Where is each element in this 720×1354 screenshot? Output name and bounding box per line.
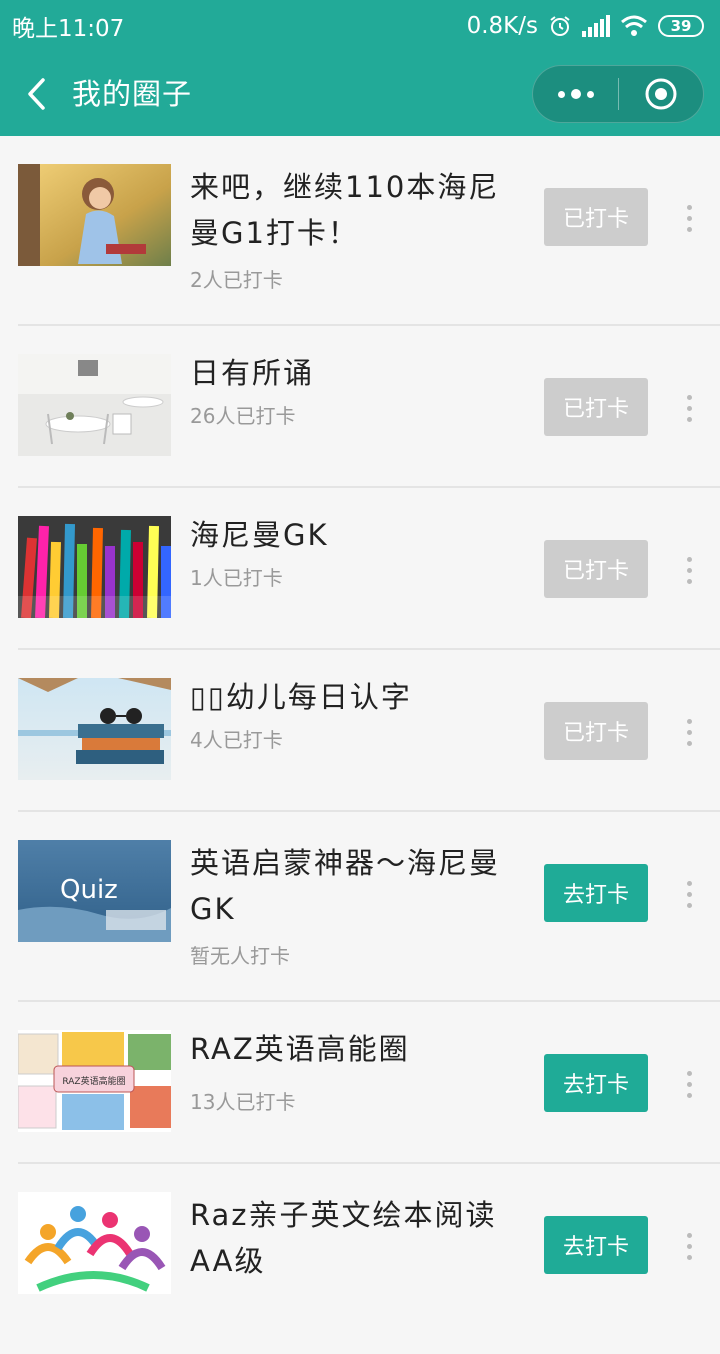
checked-in-button[interactable]: 已打卡	[544, 540, 648, 598]
circle-title: 日有所诵	[190, 356, 315, 390]
status-bar: 晚上11:07 0.8K/s 39	[0, 0, 720, 52]
more-options-icon[interactable]	[672, 550, 706, 590]
checkin-button[interactable]: 去打卡	[544, 1054, 648, 1112]
checkin-count: 1人已打卡	[190, 566, 283, 590]
checkin-count: 暂无人打卡	[190, 944, 290, 968]
status-icons: 0.8K/s 39	[467, 13, 704, 39]
circle-title: ▯▯幼儿每日认字	[190, 680, 412, 714]
nav-bar: 我的圈子	[0, 52, 720, 136]
list-item[interactable]: ▯▯幼儿每日认字 4人已打卡 已打卡	[18, 650, 720, 812]
back-button[interactable]	[18, 76, 54, 112]
checkin-button[interactable]: 去打卡	[544, 1216, 648, 1274]
checked-in-button[interactable]: 已打卡	[544, 702, 648, 760]
checkin-count: 13人已打卡	[190, 1090, 296, 1114]
more-options-icon[interactable]	[672, 712, 706, 752]
list-item[interactable]: Quiz 英语启蒙神器～海尼曼GK 暂无人打卡 去打卡	[18, 812, 720, 1002]
thumbnail-girl-reading	[18, 164, 171, 266]
thumbnail-quiz-ocean: Quiz	[18, 840, 171, 942]
list-item[interactable]: 海尼曼GK 1人已打卡 已打卡	[18, 488, 720, 650]
circle-title: 来吧，继续110本海尼曼G1打卡！	[190, 170, 500, 250]
quiz-label: Quiz	[60, 875, 118, 905]
circle-title: Raz亲子英文绘本阅读AA级	[190, 1198, 497, 1278]
circle-title: 海尼曼GK	[190, 518, 329, 552]
page-title: 我的圈子	[72, 77, 193, 111]
miniprogram-capsule	[532, 65, 704, 123]
more-options-icon[interactable]	[672, 1064, 706, 1104]
circle-list: 来吧，继续110本海尼曼G1打卡！ 2人已打卡 已打卡 日有所诵 26人已打卡 …	[0, 136, 720, 1354]
more-options-icon[interactable]	[672, 198, 706, 238]
checkin-count: 2人已打卡	[190, 268, 283, 292]
status-time: 晚上11:07	[12, 16, 125, 42]
more-menu-button[interactable]	[533, 66, 618, 122]
list-item[interactable]: Raz亲子英文绘本阅读AA级 去打卡	[18, 1164, 720, 1354]
more-options-icon[interactable]	[672, 1226, 706, 1266]
checked-in-button[interactable]: 已打卡	[544, 378, 648, 436]
chevron-left-icon	[28, 78, 45, 110]
circle-title: RAZ英语高能圈	[190, 1032, 410, 1066]
more-options-icon[interactable]	[672, 874, 706, 914]
thumbnail-pencils	[18, 516, 171, 618]
list-item[interactable]: 日有所诵 26人已打卡 已打卡	[18, 326, 720, 488]
battery-icon: 39	[658, 15, 704, 37]
list-item[interactable]: 来吧，继续110本海尼曼G1打卡！ 2人已打卡 已打卡	[18, 136, 720, 326]
list-item[interactable]: RAZ英语高能圈 RAZ英语高能圈 13人已打卡 去打卡	[18, 1002, 720, 1164]
checkin-button[interactable]: 去打卡	[544, 864, 648, 922]
circle-title: 英语启蒙神器～海尼曼GK	[190, 846, 501, 926]
checkin-count: 4人已打卡	[190, 728, 283, 752]
close-miniprogram-button[interactable]	[619, 66, 703, 122]
thumbnail-colorful-people	[18, 1192, 171, 1294]
thumbnail-books-beach	[18, 678, 171, 780]
signal-icon	[582, 15, 610, 37]
close-circle-icon	[645, 78, 677, 110]
thumb-label: RAZ英语高能圈	[62, 1075, 125, 1087]
alarm-icon	[550, 16, 570, 36]
checked-in-button[interactable]: 已打卡	[544, 188, 648, 246]
wifi-icon	[621, 15, 647, 36]
thumbnail-cafe-room	[18, 354, 171, 456]
more-options-icon[interactable]	[672, 388, 706, 428]
checkin-count: 26人已打卡	[190, 404, 296, 428]
net-speed: 0.8K/s	[466, 13, 538, 39]
battery-level: 39	[670, 17, 692, 35]
thumbnail-raz-collage: RAZ英语高能圈	[18, 1030, 171, 1132]
